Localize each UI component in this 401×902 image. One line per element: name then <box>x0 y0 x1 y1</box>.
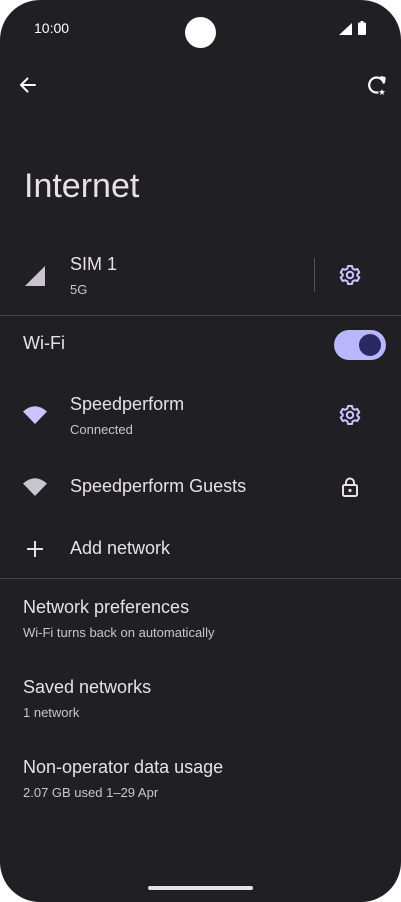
setting-title: Network preferences <box>23 597 190 617</box>
network-name: Speedperform <box>70 394 185 414</box>
sim-settings-gear-icon[interactable] <box>338 263 362 287</box>
wifi-toggle[interactable] <box>334 330 386 360</box>
sim-name: SIM 1 <box>70 254 118 274</box>
section-divider <box>0 578 401 579</box>
arrow-back-icon <box>20 77 36 93</box>
wifi-label: Wi-Fi <box>23 333 65 353</box>
setting-subtitle: Wi-Fi turns back on automatically <box>23 625 215 640</box>
saved-networks-item[interactable]: Saved networks 1 network <box>0 668 401 732</box>
network-preferences-item[interactable]: Network preferences Wi-Fi turns back on … <box>0 588 401 652</box>
gesture-nav-handle[interactable] <box>148 886 253 890</box>
page-title: Internet <box>24 167 140 205</box>
camera-cutout <box>185 17 216 48</box>
lock-icon <box>342 477 358 497</box>
data-usage-item[interactable]: Non-operator data usage 2.07 GB used 1–2… <box>0 748 401 812</box>
network-name: Speedperform Guests <box>70 476 247 496</box>
wifi-network-item[interactable]: Speedperform Guests <box>0 462 401 512</box>
section-divider <box>0 315 401 316</box>
refresh-button[interactable] <box>363 71 391 99</box>
status-bar: 10:00 <box>0 0 401 56</box>
add-network-row[interactable]: Add network <box>0 524 401 574</box>
back-button[interactable] <box>14 71 42 99</box>
network-settings-gear-icon[interactable] <box>338 403 362 427</box>
sim-type: 5G <box>70 282 88 297</box>
phone-screen: 10:00 Internet SIM 1 5G Wi-Fi Speedperfo… <box>0 0 401 902</box>
cell-signal-icon <box>339 23 352 35</box>
setting-subtitle: 2.07 GB used 1–29 Apr <box>23 785 159 800</box>
refresh-icon <box>368 75 386 95</box>
wifi-icon <box>23 478 47 496</box>
setting-subtitle: 1 network <box>23 705 80 720</box>
setting-title: Saved networks <box>23 677 152 697</box>
status-time: 10:00 <box>34 20 70 36</box>
wifi-icon <box>23 406 47 424</box>
sim-divider <box>314 258 315 292</box>
battery-icon <box>358 21 366 35</box>
add-icon <box>27 541 43 557</box>
setting-title: Non-operator data usage <box>23 757 224 777</box>
network-status: Connected <box>70 422 133 437</box>
add-network-label: Add network <box>70 538 171 558</box>
wifi-toggle-knob <box>359 334 381 356</box>
cell-signal-icon <box>25 266 45 286</box>
